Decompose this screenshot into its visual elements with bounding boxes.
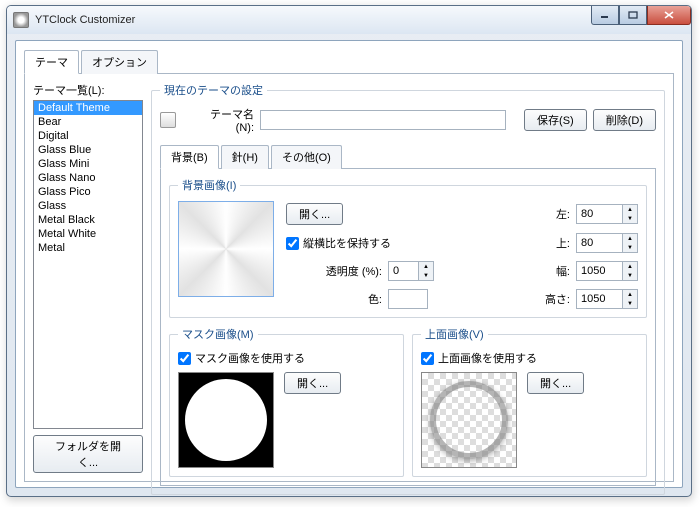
theme-item[interactable]: Digital — [34, 129, 142, 143]
theme-item[interactable]: Bear — [34, 115, 142, 129]
tab-option[interactable]: オプション — [81, 50, 158, 74]
theme-item[interactable]: Metal Black — [34, 213, 142, 227]
client-area: テーマ オプション テーマ一覧(L): Default ThemeBearDig… — [15, 40, 683, 488]
bg-image-legend: 背景画像(I) — [178, 177, 240, 193]
theme-list[interactable]: Default ThemeBearDigitalGlass BlueGlass … — [33, 100, 143, 429]
current-theme-legend: 現在のテーマの設定 — [160, 82, 267, 98]
mask-thumbnail[interactable] — [178, 372, 274, 468]
top-spinner[interactable]: ▲▼ — [576, 233, 638, 253]
theme-item[interactable]: Metal White — [34, 227, 142, 241]
printer-icon — [160, 112, 176, 128]
front-open-button[interactable]: 開く... — [527, 372, 584, 394]
theme-item[interactable]: Glass Blue — [34, 143, 142, 157]
color-swatch[interactable] — [388, 289, 428, 309]
use-mask-checkbox[interactable]: マスク画像を使用する — [178, 350, 395, 366]
main-tabstrip: テーマ オプション — [24, 49, 674, 74]
front-legend: 上面画像(V) — [421, 326, 488, 342]
delete-button[interactable]: 削除(D) — [593, 109, 656, 131]
color-label: 色: — [312, 291, 382, 307]
height-spinner[interactable]: ▲▼ — [576, 289, 638, 309]
mask-group: マスク画像(M) マスク画像を使用する 開く... — [169, 326, 404, 477]
theme-item[interactable]: Glass — [34, 199, 142, 213]
maximize-button[interactable] — [619, 6, 647, 25]
theme-item[interactable]: Default Theme — [34, 101, 142, 115]
minimize-button[interactable] — [591, 6, 619, 25]
tab-hands[interactable]: 針(H) — [221, 145, 269, 169]
top-label: 上: — [540, 235, 570, 251]
theme-item[interactable]: Glass Nano — [34, 171, 142, 185]
keep-aspect-checkbox[interactable]: 縦横比を保持する — [286, 235, 391, 251]
current-theme-group: 現在のテーマの設定 テーマ名(N): 保存(S) 削除(D) — [151, 82, 665, 495]
mask-open-button[interactable]: 開く... — [284, 372, 341, 394]
mask-legend: マスク画像(M) — [178, 326, 258, 342]
front-thumbnail[interactable] — [421, 372, 517, 468]
window-title: YTClock Customizer — [35, 14, 135, 26]
front-group: 上面画像(V) 上面画像を使用する 開く... — [412, 326, 647, 477]
tab-theme[interactable]: テーマ — [24, 50, 79, 74]
theme-item[interactable]: Glass Pico — [34, 185, 142, 199]
titlebar[interactable]: YTClock Customizer — [7, 6, 691, 34]
width-spinner[interactable]: ▲▼ — [576, 261, 638, 281]
height-label: 高さ: — [540, 291, 570, 307]
left-label: 左: — [540, 206, 570, 222]
bg-thumbnail[interactable] — [178, 201, 274, 297]
left-spinner[interactable]: ▲▼ — [576, 204, 638, 224]
theme-name-label: テーマ名(N): — [194, 106, 254, 134]
tab-other[interactable]: その他(O) — [271, 145, 342, 169]
bg-image-group: 背景画像(I) 開く... 左: ▲▼ — [169, 177, 647, 318]
inner-tabstrip: 背景(B) 針(H) その他(O) — [160, 144, 656, 169]
bg-open-button[interactable]: 開く... — [286, 203, 343, 225]
open-folder-button[interactable]: フォルダを開く... — [33, 435, 143, 473]
save-button[interactable]: 保存(S) — [524, 109, 587, 131]
tab-background[interactable]: 背景(B) — [160, 145, 219, 169]
theme-name-input[interactable] — [260, 110, 506, 130]
theme-list-label: テーマ一覧(L): — [33, 82, 143, 98]
theme-item[interactable]: Glass Mini — [34, 157, 142, 171]
theme-item[interactable]: Metal — [34, 241, 142, 255]
app-icon — [13, 12, 29, 28]
opacity-spinner[interactable]: ▲▼ — [388, 261, 434, 281]
opacity-label: 透明度 (%): — [312, 263, 382, 279]
app-window: YTClock Customizer テーマ オプション テーマ一覧(L): D… — [6, 5, 692, 497]
width-label: 幅: — [540, 263, 570, 279]
close-button[interactable] — [647, 6, 691, 25]
use-front-checkbox[interactable]: 上面画像を使用する — [421, 350, 638, 366]
